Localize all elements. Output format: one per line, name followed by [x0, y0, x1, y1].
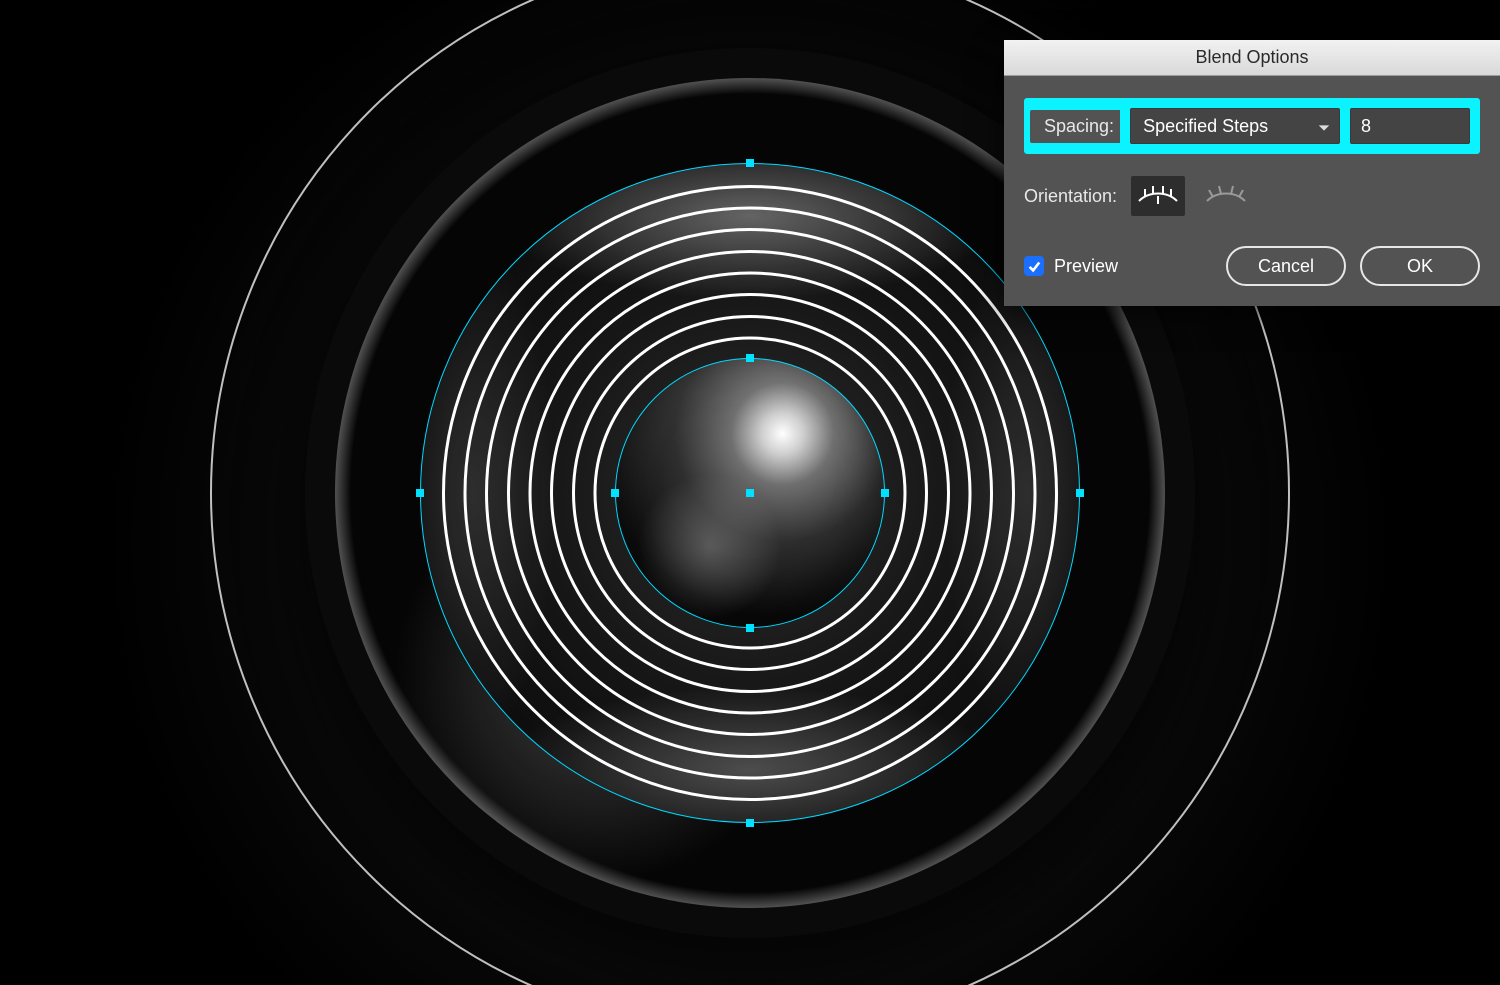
orientation-row: Orientation: — [1024, 176, 1480, 216]
dialog-title: Blend Options — [1195, 47, 1308, 68]
blend-options-dialog: Blend Options Spacing: Specified Steps O… — [1004, 40, 1500, 306]
anchor-point[interactable] — [881, 489, 889, 497]
ok-button[interactable]: OK — [1360, 246, 1480, 286]
spacing-mode-select[interactable]: Specified Steps — [1130, 108, 1340, 144]
checkbox-checked-icon — [1024, 256, 1044, 276]
anchor-point[interactable] — [746, 159, 754, 167]
anchor-point[interactable] — [416, 489, 424, 497]
anchor-point[interactable] — [746, 354, 754, 362]
cancel-button-label: Cancel — [1258, 256, 1314, 277]
chevron-down-icon — [1317, 119, 1331, 133]
spacing-label: Spacing: — [1030, 110, 1120, 143]
center-anchor-point[interactable] — [746, 489, 754, 497]
spacing-mode-value: Specified Steps — [1143, 116, 1268, 137]
anchor-point[interactable] — [746, 819, 754, 827]
anchor-point[interactable] — [1076, 489, 1084, 497]
ok-button-label: OK — [1407, 256, 1433, 277]
anchor-point[interactable] — [611, 489, 619, 497]
cancel-button[interactable]: Cancel — [1226, 246, 1346, 286]
orientation-label: Orientation: — [1024, 186, 1117, 207]
orientation-align-to-page-button[interactable] — [1131, 176, 1185, 216]
preview-label: Preview — [1054, 256, 1118, 277]
dialog-bottom-row: Preview Cancel OK — [1024, 246, 1480, 286]
dialog-titlebar[interactable]: Blend Options — [1004, 40, 1500, 76]
anchor-point[interactable] — [746, 624, 754, 632]
spacing-value-input[interactable] — [1350, 108, 1470, 144]
orientation-align-to-path-button[interactable] — [1199, 176, 1253, 216]
preview-checkbox[interactable]: Preview — [1024, 256, 1118, 277]
spacing-row-highlight: Spacing: Specified Steps — [1024, 98, 1480, 154]
